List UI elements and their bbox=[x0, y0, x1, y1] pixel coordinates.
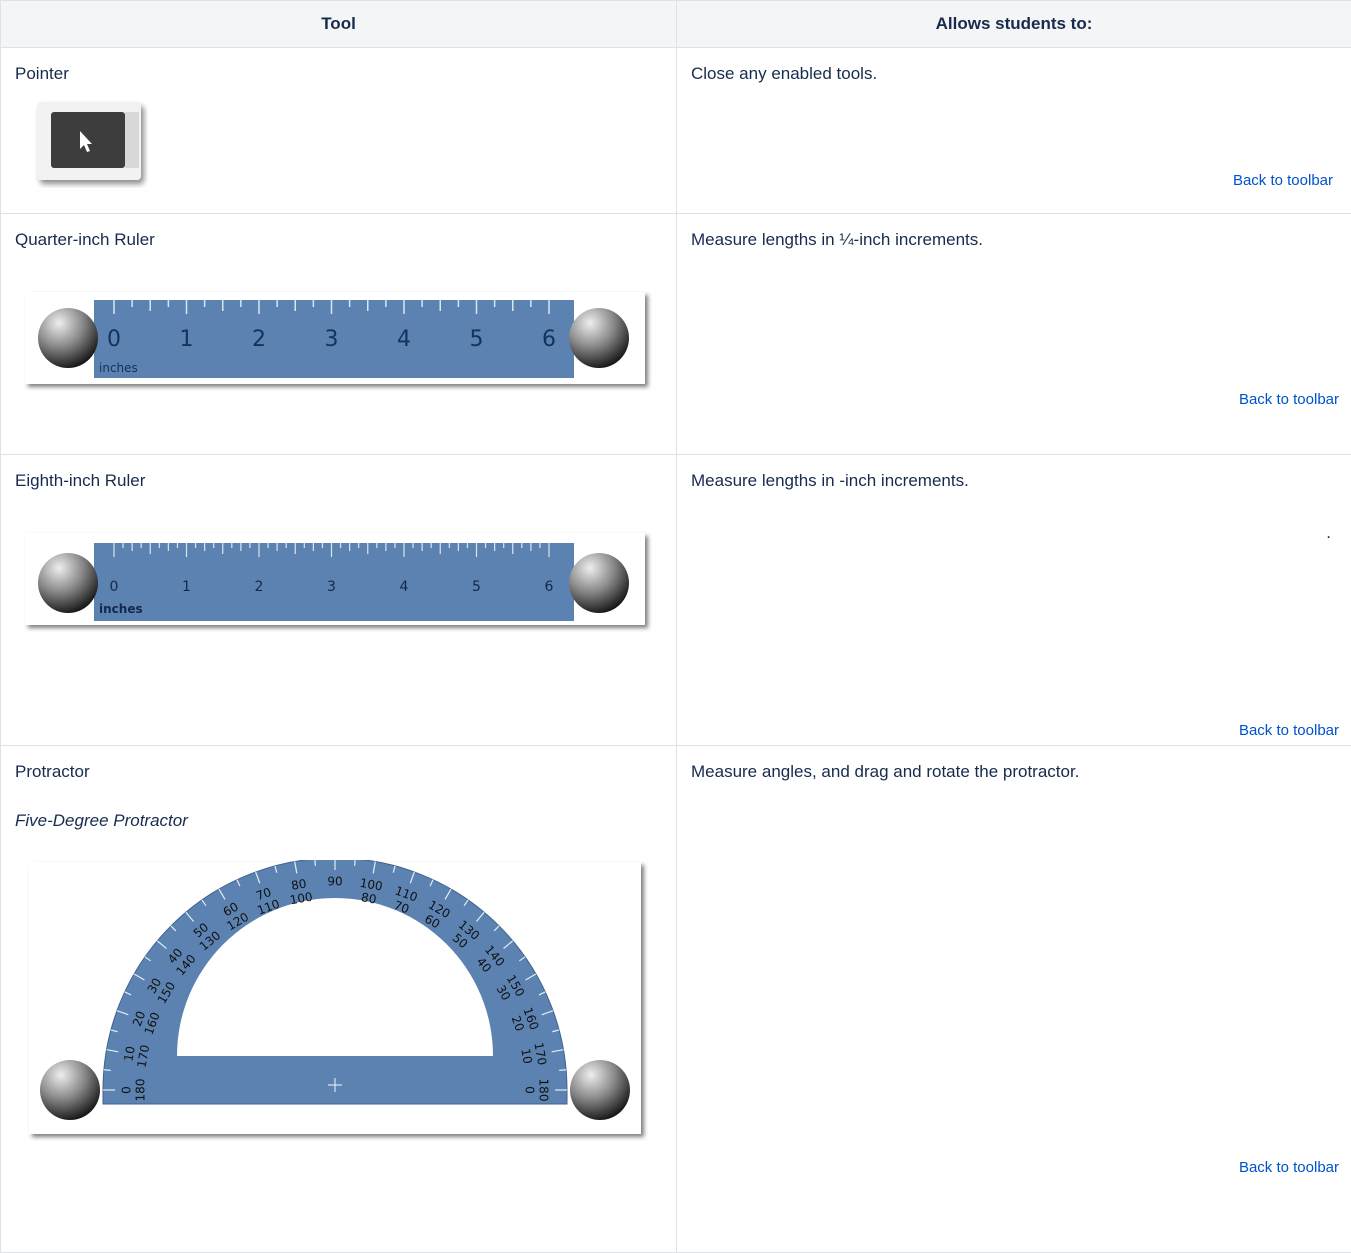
ruler-number: 5 bbox=[470, 327, 484, 352]
ruler-number: 1 bbox=[180, 327, 194, 352]
tool-name: Eighth-inch Ruler bbox=[15, 471, 145, 491]
ruler-number: 4 bbox=[397, 327, 411, 352]
table-row: Eighth-inch Ruler 0 1 2 3 4 5 6 inches Measure… bbox=[1, 455, 1351, 746]
stray-period: . bbox=[1326, 523, 1331, 543]
tool-subtitle: Five-Degree Protractor bbox=[15, 811, 188, 831]
ruler-right-knob[interactable] bbox=[569, 308, 629, 368]
protractor-tick bbox=[355, 860, 356, 866]
ruler-number: 4 bbox=[400, 579, 409, 595]
ruler-number: 1 bbox=[182, 579, 191, 595]
ruler-number: 2 bbox=[252, 327, 266, 352]
tool-description: Measure angles, and drag and rotate the … bbox=[691, 762, 1079, 782]
tools-table: Tool Allows students to: Pointer Close a… bbox=[0, 0, 1351, 1253]
pointer-icon bbox=[33, 98, 148, 188]
ruler-number: 6 bbox=[542, 327, 556, 352]
tool-cell: Eighth-inch Ruler 0 1 2 3 4 5 6 inches bbox=[1, 455, 677, 746]
ruler-unit-label: inches bbox=[99, 602, 143, 616]
back-to-toolbar-link[interactable]: Back to toolbar bbox=[1239, 722, 1339, 739]
back-to-toolbar-link[interactable]: Back to toolbar bbox=[1239, 1159, 1339, 1176]
ruler-number: 5 bbox=[472, 579, 481, 595]
tool-description: Close any enabled tools. bbox=[691, 64, 877, 84]
eighth-inch-ruler-image: 0 1 2 3 4 5 6 inches bbox=[21, 531, 656, 639]
desc-cell: Measure lengths in -inch increments. . B… bbox=[677, 455, 1351, 746]
quarter-inch-ruler-image: 0 1 2 3 4 5 6 inches bbox=[21, 290, 656, 398]
ruler-right-knob[interactable] bbox=[569, 553, 629, 613]
protractor-tick bbox=[559, 1070, 566, 1071]
ruler-number: 3 bbox=[325, 327, 339, 352]
protractor-label: 0 bbox=[120, 1086, 134, 1094]
protractor-tick bbox=[315, 860, 316, 866]
protractor-tick bbox=[104, 1070, 111, 1071]
tool-description: Measure lengths in ¼-inch increments. bbox=[691, 230, 983, 250]
tool-name: Pointer bbox=[15, 64, 69, 84]
protractor-left-knob[interactable] bbox=[40, 1060, 100, 1120]
table-row: Pointer Close any enabled tools. Back to… bbox=[1, 48, 1351, 214]
tool-name: Protractor bbox=[15, 762, 90, 782]
back-to-toolbar-link[interactable]: Back to toolbar bbox=[1233, 172, 1333, 189]
protractor-label: 80 bbox=[360, 890, 377, 906]
tool-cell: Quarter-inch Ruler 0 1 2 3 4 5 6 inches bbox=[1, 214, 677, 455]
desc-cell: Measure lengths in ¼-inch increments. Ba… bbox=[677, 214, 1351, 455]
ruler-number: 0 bbox=[107, 327, 121, 352]
ruler-left-knob[interactable] bbox=[38, 553, 98, 613]
back-to-toolbar-link[interactable]: Back to toolbar bbox=[1239, 391, 1339, 408]
ruler-number: 2 bbox=[255, 579, 264, 595]
protractor-label: 0 bbox=[523, 1086, 537, 1094]
protractor-right-knob[interactable] bbox=[570, 1060, 630, 1120]
ruler-number: 0 bbox=[110, 579, 119, 595]
five-degree-protractor-image: 0180101702016030150401405013060120701108… bbox=[25, 860, 655, 1145]
ruler-unit-label: inches bbox=[99, 361, 138, 375]
ruler-left-knob[interactable] bbox=[38, 308, 98, 368]
tool-name: Quarter-inch Ruler bbox=[15, 230, 155, 250]
tool-description: Measure lengths in -inch increments. bbox=[691, 471, 969, 491]
desc-cell: Close any enabled tools. Back to toolbar bbox=[677, 48, 1351, 214]
table-row: Protractor Five-Degree Protractor 018010… bbox=[1, 746, 1351, 1253]
ruler-number: 3 bbox=[327, 579, 336, 595]
tool-cell: Protractor Five-Degree Protractor 018010… bbox=[1, 746, 677, 1253]
table-row: Quarter-inch Ruler 0 1 2 3 4 5 6 inches Measur… bbox=[1, 214, 1351, 455]
tool-cell: Pointer bbox=[1, 48, 677, 214]
protractor-label: 180 bbox=[537, 1079, 551, 1102]
header-allows: Allows students to: bbox=[677, 1, 1351, 48]
protractor-label: 10 bbox=[518, 1047, 534, 1064]
header-tool: Tool bbox=[1, 1, 677, 48]
ruler-number: 6 bbox=[545, 579, 554, 595]
protractor-label: 180 bbox=[134, 1079, 148, 1102]
table-header-row: Tool Allows students to: bbox=[1, 1, 1351, 48]
protractor-label: 90 bbox=[327, 875, 342, 889]
desc-cell: Measure angles, and drag and rotate the … bbox=[677, 746, 1351, 1253]
